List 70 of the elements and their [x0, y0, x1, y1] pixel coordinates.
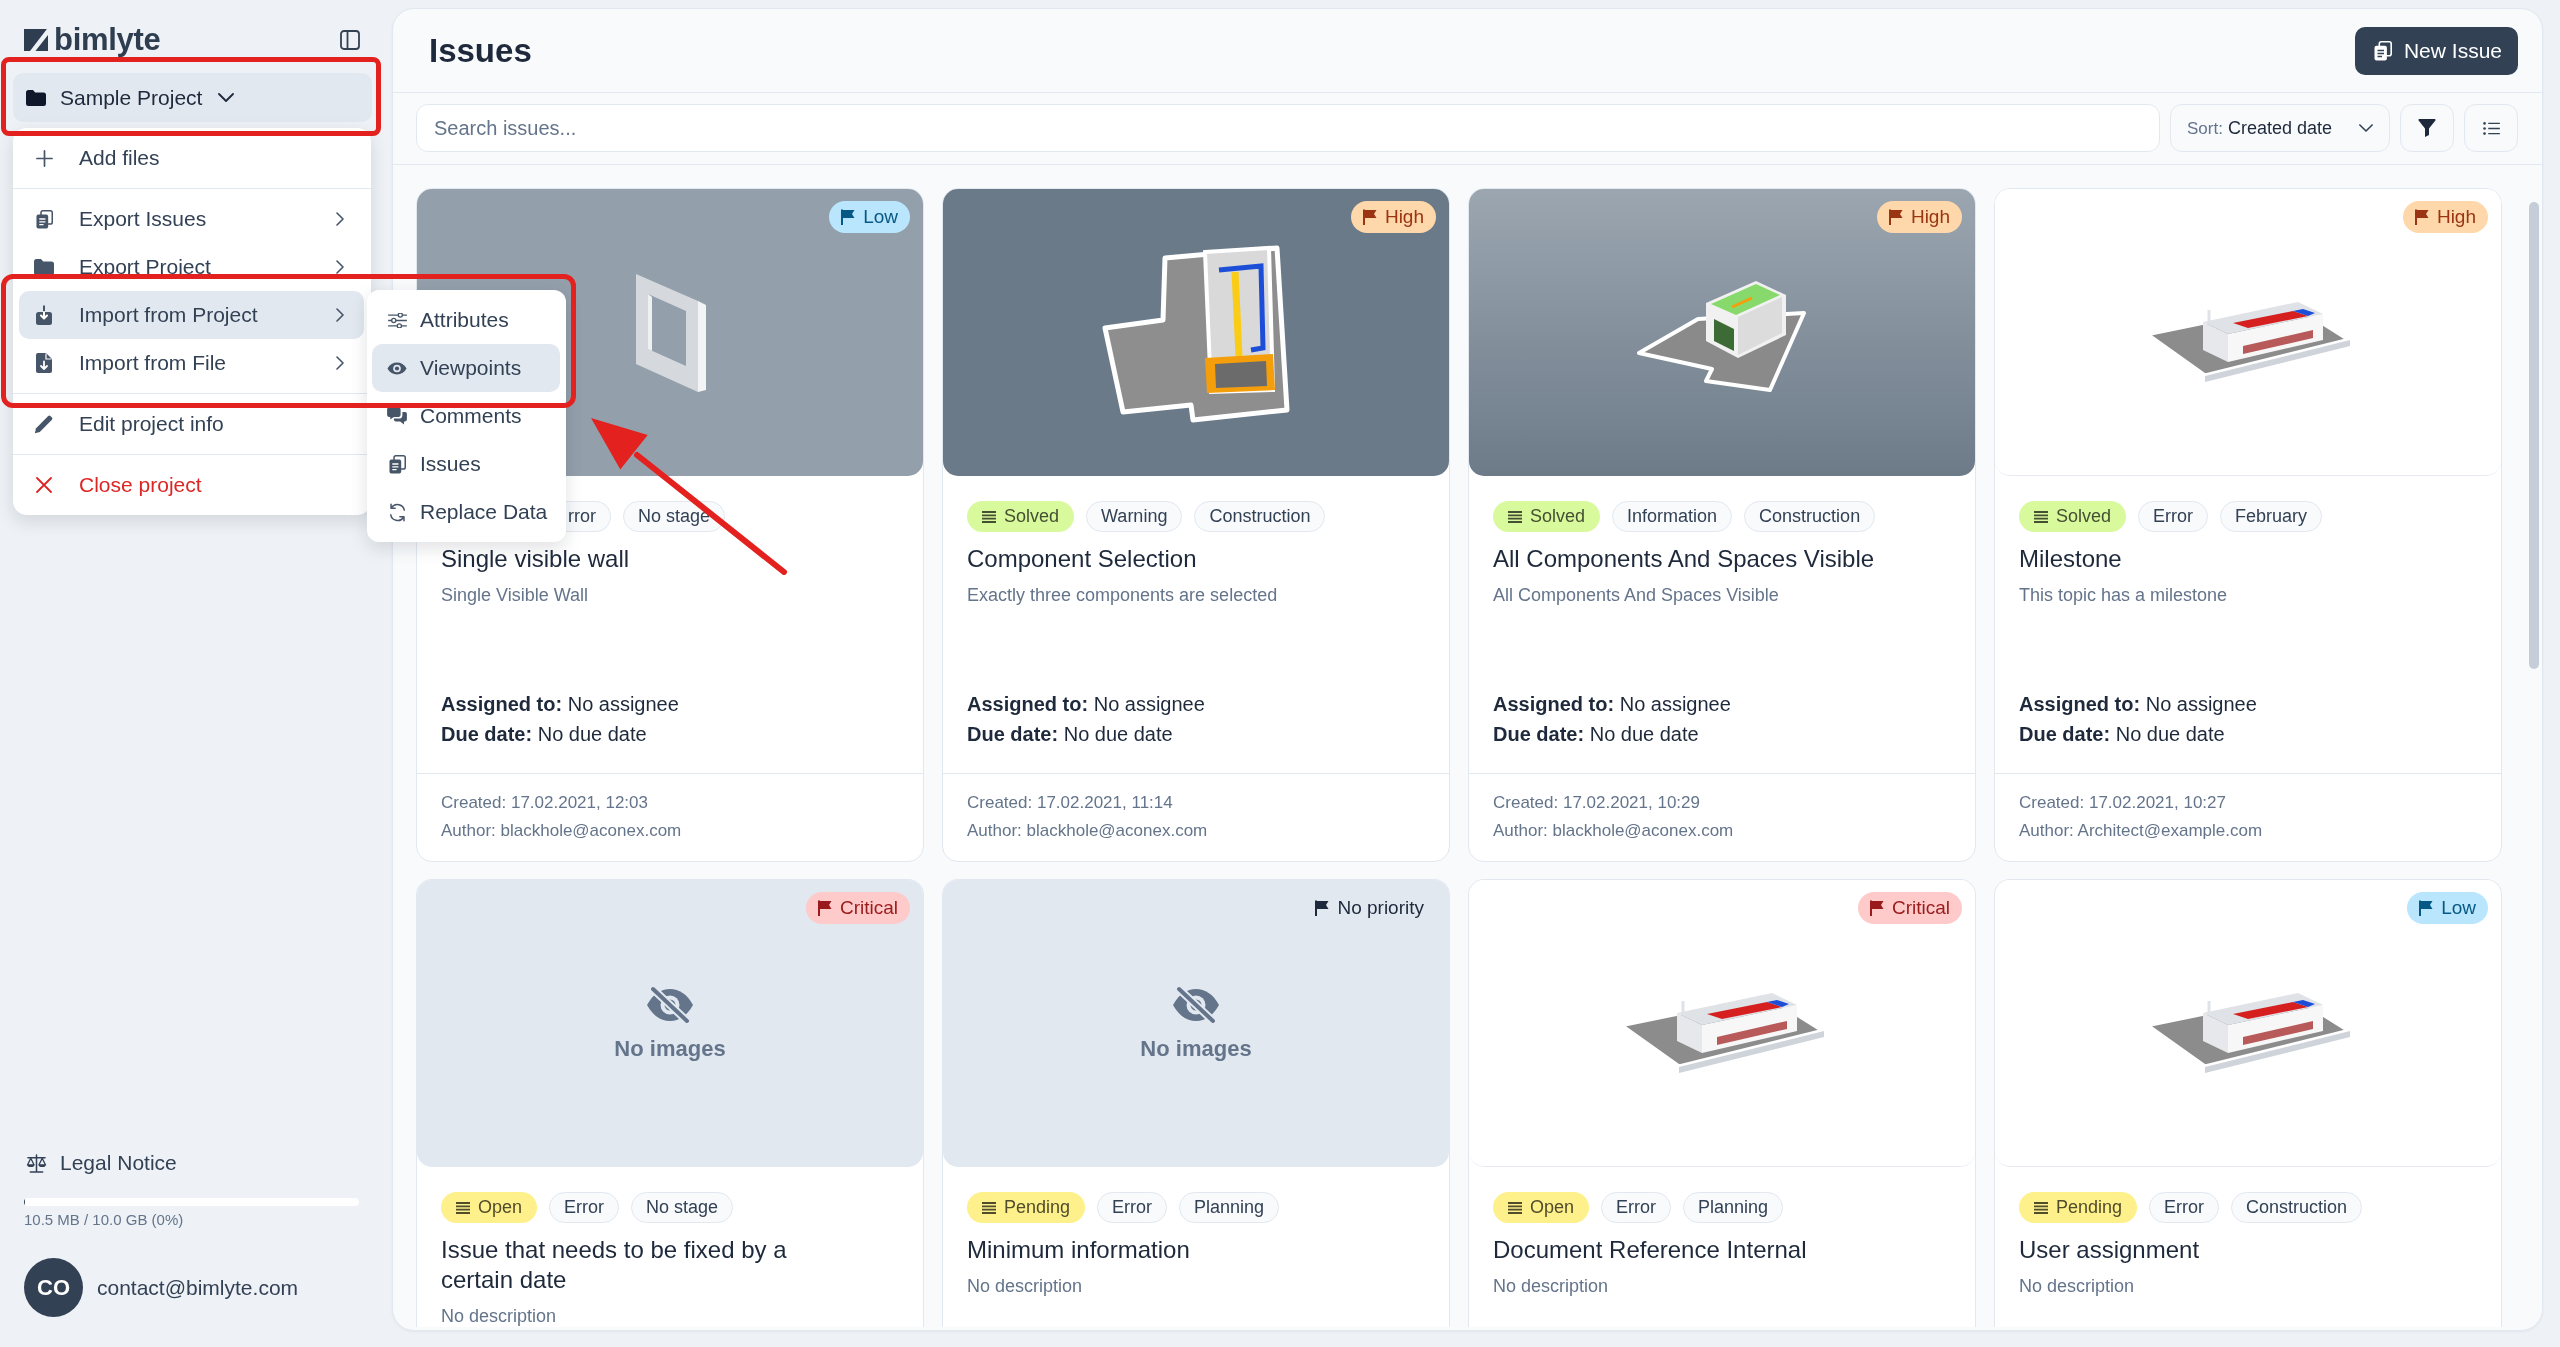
no-images-label: No images [614, 1034, 726, 1063]
status-label: Solved [2056, 505, 2112, 528]
category-tag: Error [2149, 1192, 2220, 1223]
category-tag: February [2220, 501, 2323, 532]
due-date-info: Due date: No due date [967, 722, 1174, 747]
author-info: Author: Architect@example.com [2019, 820, 2264, 842]
status-label: Open [1530, 1196, 1575, 1219]
issue-description: Single Visible Wall [441, 584, 590, 606]
issue-description: This topic has a milestone [2019, 584, 2229, 606]
issue-title: Single visible wall [441, 544, 631, 574]
status-label: Solved [1530, 505, 1586, 528]
priority-label: Critical [839, 895, 898, 920]
user-email: contact@bimlyte.com [97, 1274, 299, 1301]
created-date: Created: 17.02.2021, 10:29 [1493, 792, 1701, 814]
category-tag: Construction [1744, 501, 1876, 532]
category-tag: Error [2138, 501, 2209, 532]
issue-description: No description [967, 1275, 1084, 1297]
status-label: Solved [1004, 505, 1060, 528]
priority-label: Low [2441, 895, 2476, 920]
category-tag: Information [1612, 501, 1733, 532]
issue-title: Component Selection [967, 544, 1198, 574]
category-tag: Error [549, 1192, 620, 1223]
issue-title: Milestone [2019, 544, 2123, 574]
page-title: Issues [429, 30, 532, 71]
category-tag: No stage [631, 1192, 734, 1223]
status-label: Pending [2056, 1196, 2123, 1219]
due-date-info: Due date: No due date [2019, 722, 2226, 747]
status-label: Open [478, 1196, 523, 1219]
priority-label: Low [863, 204, 898, 229]
storage-usage: 10.5 MB / 10.0 GB (0%) [24, 1210, 184, 1230]
issue-description: No description [441, 1305, 558, 1327]
priority-label: No priority [1337, 895, 1424, 920]
category-tag: Construction [2231, 1192, 2363, 1223]
brand-name: bimlyte [54, 22, 161, 58]
issue-title: Issue that needs to be fixed by a certain date [441, 1235, 788, 1295]
category-tag: Error [1601, 1192, 1672, 1223]
category-tag: No stage [623, 501, 726, 532]
user-avatar: CO [24, 1258, 83, 1317]
created-date: Created: 17.02.2021, 11:14 [967, 792, 1174, 814]
category-tag: Error [1097, 1192, 1168, 1223]
assignee-info: Assigned to: No assignee [967, 692, 1206, 717]
due-date-info: Due date: No due date [1493, 722, 1700, 747]
issue-description: Exactly three components are selected [967, 584, 1279, 606]
priority-label: Critical [1891, 895, 1950, 920]
assignee-info: Assigned to: No assignee [441, 692, 680, 717]
issue-title: Document Reference Internal [1493, 1235, 1808, 1265]
category-tag: Planning [1683, 1192, 1784, 1223]
no-images-label: No images [1140, 1034, 1252, 1063]
category-tag: rror [566, 501, 611, 532]
created-date: Created: 17.02.2021, 10:27 [2019, 792, 2227, 814]
issue-description: No description [2019, 1275, 2136, 1297]
category-tag: Warning [1086, 501, 1183, 532]
category-tag: Planning [1179, 1192, 1280, 1223]
author-info: Author: blackhole@aconex.com [441, 820, 683, 842]
priority-label: High [2436, 204, 2476, 229]
author-info: Author: blackhole@aconex.com [967, 820, 1209, 842]
due-date-info: Due date: No due date [441, 722, 648, 747]
category-tag: Construction [1194, 501, 1326, 532]
created-date: Created: 17.02.2021, 12:03 [441, 792, 649, 814]
status-label: Pending [1004, 1196, 1071, 1219]
issue-description: All Components And Spaces Visible [1493, 584, 1780, 606]
issue-title: All Components And Spaces Visible [1493, 544, 1876, 574]
issue-description: No description [1493, 1275, 1610, 1297]
assignee-info: Assigned to: No assignee [2019, 692, 2258, 717]
assignee-info: Assigned to: No assignee [1493, 692, 1732, 717]
priority-label: High [1910, 204, 1950, 229]
author-info: Author: blackhole@aconex.com [1493, 820, 1735, 842]
issue-title: Minimum information [967, 1235, 1191, 1265]
issue-title: User assignment [2019, 1235, 2201, 1265]
priority-label: High [1384, 204, 1424, 229]
